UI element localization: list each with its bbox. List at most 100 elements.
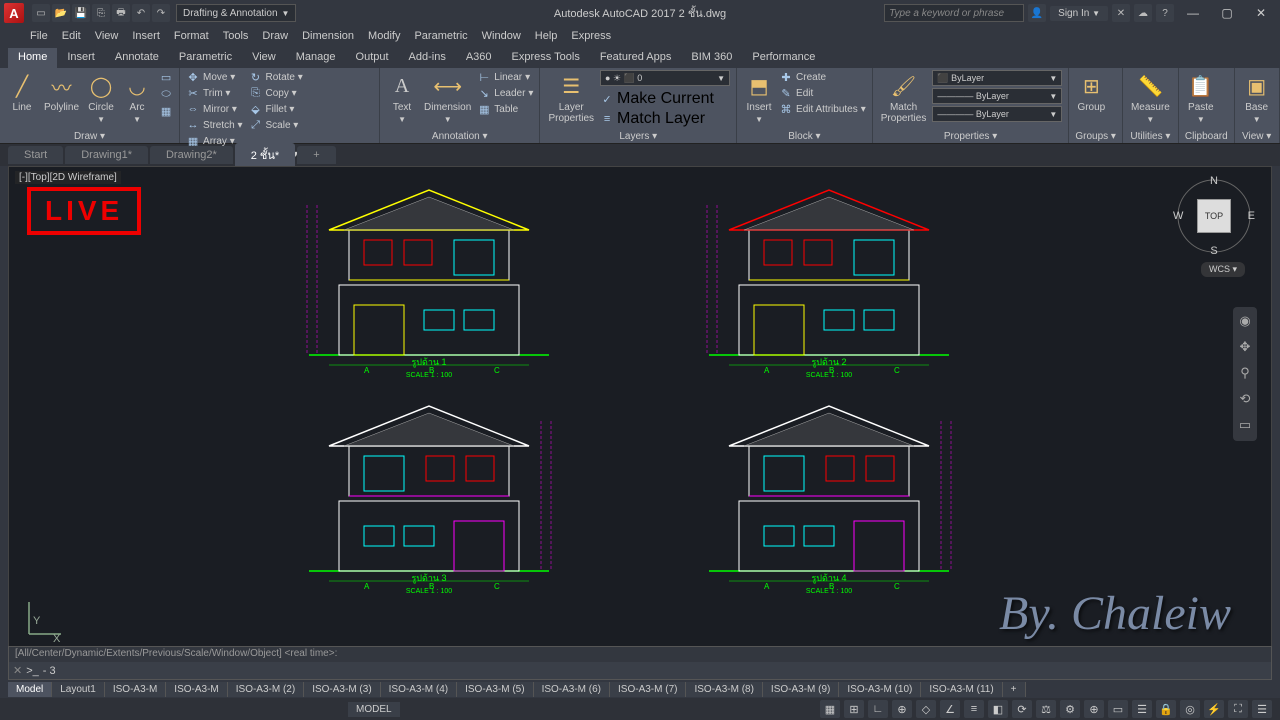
layout-tab[interactable]: ISO-A3-M (5): [457, 682, 533, 697]
app-logo[interactable]: A: [4, 3, 24, 23]
ribbon-tab-insert[interactable]: Insert: [57, 48, 105, 68]
insert-button[interactable]: ⬒Insert▼: [743, 70, 775, 126]
layout-tab[interactable]: ISO-A3-M (6): [534, 682, 610, 697]
lineweight-dropdown[interactable]: ———— ByLayer▼: [932, 88, 1062, 104]
panel-title[interactable]: Clipboard: [1185, 130, 1228, 143]
ellipse-icon[interactable]: ⬭: [159, 87, 173, 101]
otrack-icon[interactable]: ∠: [940, 700, 960, 718]
layout-tab[interactable]: ISO-A3-M (7): [610, 682, 686, 697]
exchange-icon[interactable]: ✕: [1112, 4, 1130, 22]
layout-tab[interactable]: ISO-A3-M (11): [921, 682, 1002, 697]
panel-title[interactable]: View ▾: [1241, 130, 1273, 143]
quickprop-icon[interactable]: ☰: [1132, 700, 1152, 718]
layout-tab[interactable]: Model: [8, 682, 52, 697]
ribbon-tab-home[interactable]: Home: [8, 48, 57, 68]
new-tab-button[interactable]: +: [297, 146, 335, 164]
line-button[interactable]: ╱Line: [6, 70, 38, 115]
zoom-icon[interactable]: ⚲: [1236, 365, 1254, 383]
polar-icon[interactable]: ⊕: [892, 700, 912, 718]
command-input[interactable]: - 3: [43, 665, 56, 677]
layer-dropdown[interactable]: ● ☀ ⬛ 0▼: [600, 70, 730, 86]
file-tab[interactable]: Start: [8, 146, 63, 164]
hardware-icon[interactable]: ⚡: [1204, 700, 1224, 718]
close-cmd-icon[interactable]: ✕: [13, 664, 22, 677]
units-icon[interactable]: ▭: [1108, 700, 1128, 718]
qat-open-icon[interactable]: 📂: [52, 4, 70, 22]
viewcube-n[interactable]: N: [1210, 175, 1218, 187]
lock-icon[interactable]: 🔒: [1156, 700, 1176, 718]
arc-button[interactable]: ◡Arc▼: [121, 70, 153, 126]
menu-tools[interactable]: Tools: [223, 30, 249, 42]
layer-properties-button[interactable]: ☰Layer Properties: [546, 70, 596, 126]
linear-button[interactable]: ⊢Linear ▾: [477, 70, 533, 84]
layout-tab[interactable]: ISO-A3-M (3): [304, 682, 380, 697]
qat-plot-icon[interactable]: 🖶: [112, 4, 130, 22]
layout-tab[interactable]: ISO-A3-M: [166, 682, 227, 697]
menu-parametric[interactable]: Parametric: [414, 30, 467, 42]
drawing-canvas[interactable]: [-][Top][2D Wireframe] LIVE TOP N S E W …: [8, 166, 1272, 658]
create-block-button[interactable]: ✚Create: [779, 70, 866, 84]
layout-tab[interactable]: ISO-A3-M (10): [839, 682, 921, 697]
menu-express[interactable]: Express: [571, 30, 611, 42]
text-button[interactable]: AText▼: [386, 70, 418, 126]
panel-title[interactable]: Utilities ▾: [1129, 130, 1172, 143]
panel-title[interactable]: Groups ▾: [1075, 130, 1116, 143]
orbit-icon[interactable]: ⟲: [1236, 391, 1254, 409]
menu-draw[interactable]: Draw: [262, 30, 288, 42]
layout-tab[interactable]: ISO-A3-M (8): [686, 682, 762, 697]
viewport-label[interactable]: [-][Top][2D Wireframe]: [15, 171, 121, 184]
qat-saveas-icon[interactable]: ⎘: [92, 4, 110, 22]
file-tab[interactable]: Drawing1*: [65, 146, 148, 164]
search-input[interactable]: Type a keyword or phrase: [884, 4, 1024, 22]
menu-help[interactable]: Help: [535, 30, 558, 42]
edit-attrs-button[interactable]: ⌘Edit Attributes ▾: [779, 102, 866, 116]
ribbon-tab-bim-360[interactable]: BIM 360: [681, 48, 742, 68]
panel-title[interactable]: Annotation ▾: [386, 130, 533, 143]
cycling-icon[interactable]: ⟳: [1012, 700, 1032, 718]
cleanscreen-icon[interactable]: ⛶: [1228, 700, 1248, 718]
ribbon-tab-add-ins[interactable]: Add-ins: [399, 48, 456, 68]
steering-wheel-icon[interactable]: ◉: [1236, 313, 1254, 331]
menu-modify[interactable]: Modify: [368, 30, 400, 42]
ortho-icon[interactable]: ∟: [868, 700, 888, 718]
viewcube[interactable]: TOP N S E W: [1175, 177, 1253, 255]
layout-tab[interactable]: ISO-A3-M (2): [228, 682, 304, 697]
panel-title[interactable]: Draw ▾: [6, 130, 173, 143]
pan-icon[interactable]: ✥: [1236, 339, 1254, 357]
ribbon-tab-a360[interactable]: A360: [456, 48, 502, 68]
edit-block-button[interactable]: ✎Edit: [779, 86, 866, 100]
osnap-icon[interactable]: ◇: [916, 700, 936, 718]
layout-tab[interactable]: Layout1: [52, 682, 105, 697]
circle-button[interactable]: ◯Circle▼: [85, 70, 117, 126]
menu-format[interactable]: Format: [174, 30, 209, 42]
infocenter-icon[interactable]: 👤: [1028, 4, 1046, 22]
mirror-button[interactable]: ⇔Mirror ▾: [186, 102, 242, 116]
ribbon-tab-express-tools[interactable]: Express Tools: [502, 48, 590, 68]
a360-icon[interactable]: ☁: [1134, 4, 1152, 22]
qat-new-icon[interactable]: ▭: [32, 4, 50, 22]
annomon-icon[interactable]: ⊕: [1084, 700, 1104, 718]
help-icon[interactable]: ?: [1156, 4, 1174, 22]
ribbon-tab-manage[interactable]: Manage: [286, 48, 346, 68]
rotate-button[interactable]: ↻Rotate ▾: [249, 70, 303, 84]
make-current-button[interactable]: ✓Make Current: [600, 90, 730, 108]
hatch-icon[interactable]: ▦: [159, 104, 173, 118]
minimize-button[interactable]: —: [1178, 2, 1208, 24]
match-layer-button[interactable]: ≡Match Layer: [600, 110, 730, 128]
qat-undo-icon[interactable]: ↶: [132, 4, 150, 22]
grid-icon[interactable]: ▦: [820, 700, 840, 718]
layout-tab[interactable]: +: [1003, 682, 1026, 697]
fillet-button[interactable]: ⬙Fillet ▾: [249, 102, 303, 116]
polyline-button[interactable]: 〰Polyline: [42, 70, 81, 115]
viewcube-w[interactable]: W: [1173, 210, 1183, 222]
dimension-button[interactable]: ⟷Dimension▼: [422, 70, 473, 126]
stretch-button[interactable]: ↔Stretch ▾: [186, 118, 242, 132]
table-button[interactable]: ▦Table: [477, 102, 533, 116]
menu-insert[interactable]: Insert: [132, 30, 160, 42]
viewcube-s[interactable]: S: [1210, 245, 1217, 257]
paste-button[interactable]: 📋Paste▼: [1185, 70, 1217, 126]
measure-button[interactable]: 📏Measure▼: [1129, 70, 1172, 126]
lineweight-icon[interactable]: ≡: [964, 700, 984, 718]
signin-button[interactable]: Sign In ▼: [1050, 6, 1108, 21]
leader-button[interactable]: ↘Leader ▾: [477, 86, 533, 100]
